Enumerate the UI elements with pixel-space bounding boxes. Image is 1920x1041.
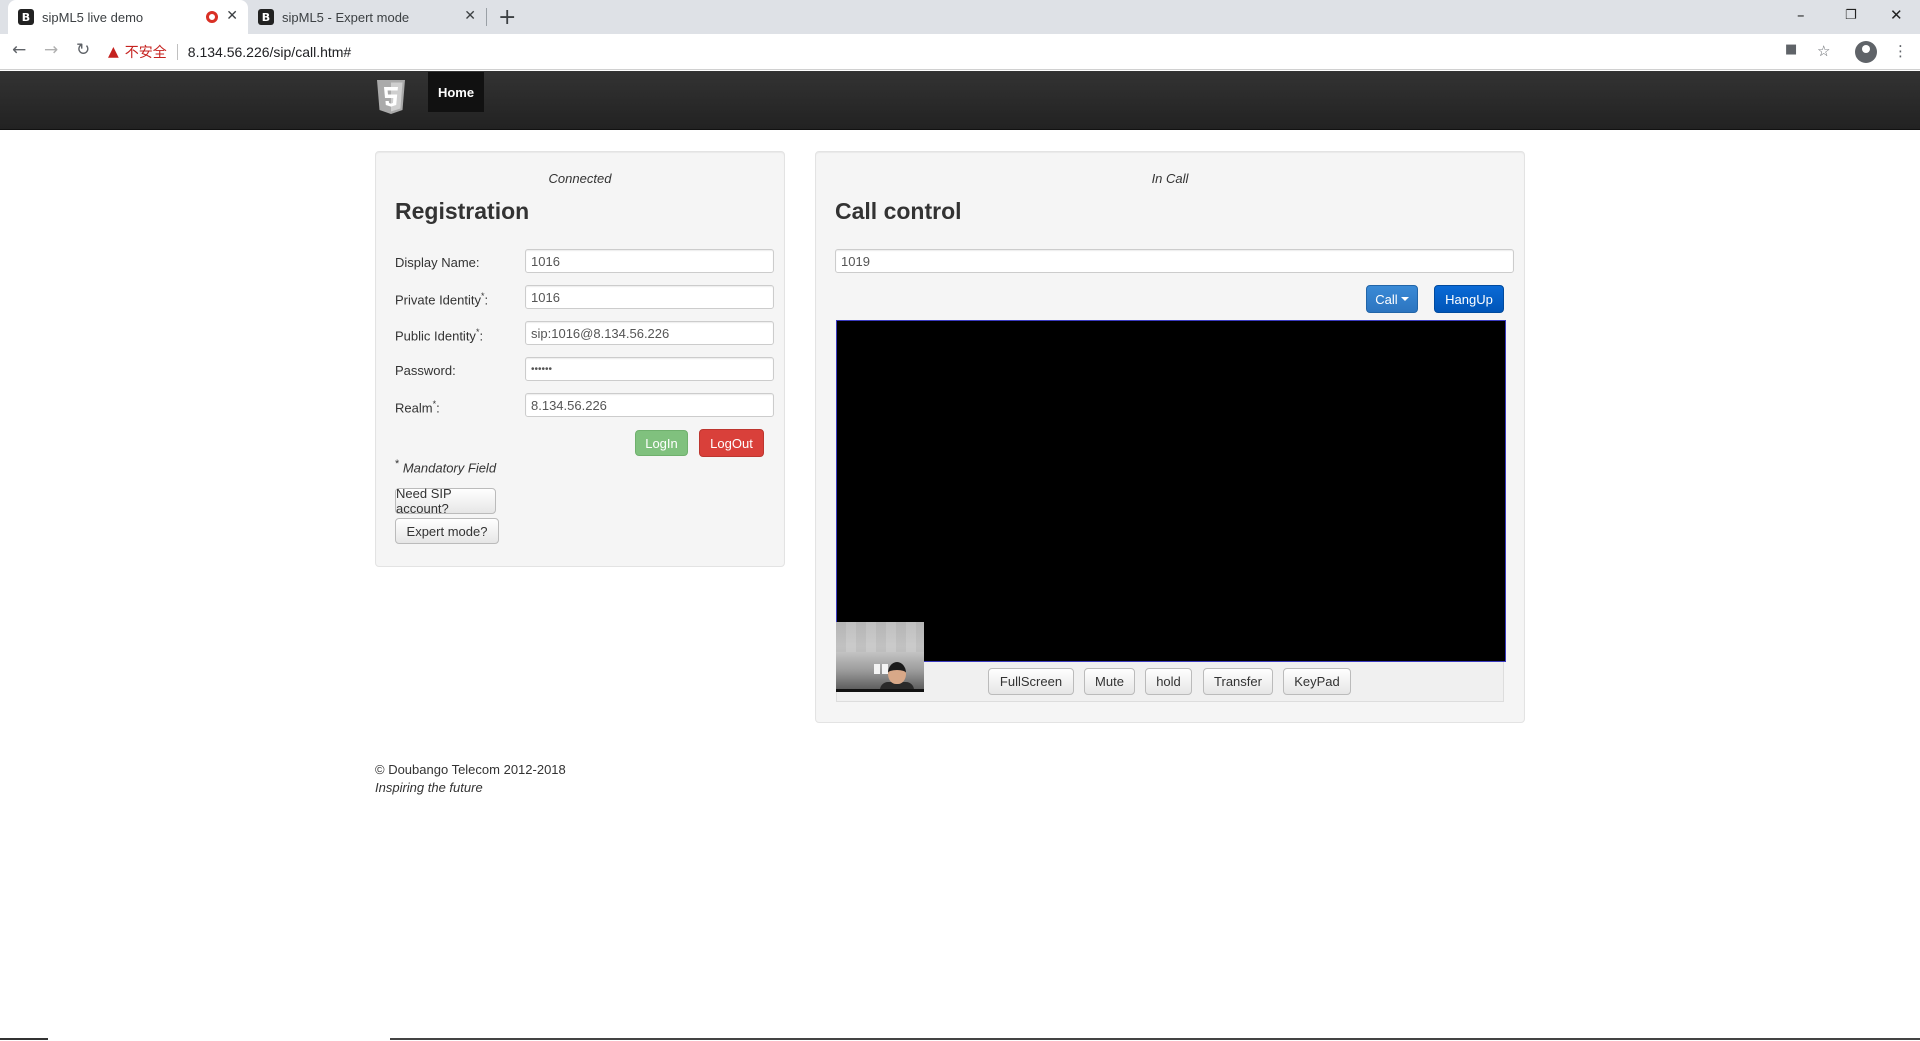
forward-icon[interactable]: → [44,40,58,60]
display-name-label: Display Name: [395,255,480,270]
recording-icon [206,11,218,23]
tab-title: sipML5 live demo [42,9,144,25]
tab-strip: B sipML5 live demo ✕ B sipML5 - Expert m… [0,0,1920,34]
private-identity-label-text: Private Identity [395,292,481,308]
logout-button[interactable]: LogOut [699,429,764,457]
close-window-icon[interactable]: ✕ [1890,6,1903,24]
realm-field[interactable]: 8.134.56.226 [525,393,774,417]
private-identity-label: Private Identity*: [395,291,488,307]
omnibox-separator [176,44,178,60]
back-icon[interactable]: ← [12,40,26,60]
nav-home-link[interactable]: Home [428,72,484,112]
new-tab-icon[interactable]: + [498,5,516,30]
mandatory-star: * [395,458,400,470]
fullscreen-button[interactable]: FullScreen [988,668,1074,695]
public-identity-label: Public Identity*: [395,327,483,343]
hangup-button[interactable]: HangUp [1434,285,1504,313]
taskbar-edge [390,1038,1920,1040]
mute-button[interactable]: Mute [1084,668,1135,695]
label-colon: : [479,328,484,344]
browser-toolbar: ← → ↻ ▲ 不安全 8.134.56.226/sip/call.htm# ■… [0,34,1920,70]
site-navbar [0,71,1920,130]
bookmark-star-icon[interactable]: ☆ [1817,42,1830,60]
profile-avatar-icon[interactable] [1855,41,1877,63]
tab-sipml5-live-demo[interactable]: B sipML5 live demo ✕ [8,0,248,34]
person [888,662,906,684]
mandatory-note-text: Mandatory Field [402,460,497,476]
restore-icon[interactable]: ❐ [1845,8,1857,23]
close-tab-icon[interactable]: ✕ [464,8,476,24]
realm-label-text: Realm [395,400,433,416]
security-warning: 不安全 [124,44,167,60]
html5-logo-icon[interactable] [375,78,407,116]
url-text: 8.134.56.226/sip/call.htm# [187,44,352,60]
hold-button[interactable]: hold [1145,668,1192,695]
keypad-button[interactable]: KeyPad [1283,668,1351,695]
footer-tagline: Inspiring the future [375,780,483,795]
registration-status: Connected [548,171,612,186]
light [874,664,880,674]
tab-title: sipML5 - Expert mode [282,9,410,25]
call-button[interactable]: Call [1366,285,1418,313]
public-identity-field[interactable]: sip:1016@8.134.56.226 [525,321,774,345]
call-button-label: Call [1375,291,1398,307]
reload-icon[interactable]: ↻ [76,40,90,60]
address-bar[interactable]: ▲ 不安全 8.134.56.226/sip/call.htm# [108,39,1832,65]
preview-border [836,689,924,692]
camera-icon[interactable]: ■ [1785,42,1797,57]
tab-separator [486,8,487,26]
dropdown-caret-icon [1400,297,1409,301]
minimize-icon[interactable]: – [1797,6,1805,24]
registration-title: Registration [395,198,530,224]
expert-mode-button[interactable]: Expert mode? [395,518,499,544]
menu-icon[interactable]: ⋮ [1893,42,1908,60]
label-colon: : [484,292,489,308]
call-status: In Call [1151,171,1189,186]
local-video-preview[interactable] [836,622,924,692]
private-identity-field[interactable]: 1016 [525,285,774,309]
call-control-title: Call control [835,198,962,224]
need-sip-account-button[interactable]: Need SIP account? [395,486,496,516]
display-name-field[interactable]: 1016 [525,249,774,273]
taskbar-edge [0,1038,48,1040]
ceiling [836,622,924,652]
login-button[interactable]: LogIn [635,430,688,456]
password-label: Password: [395,363,456,378]
tab-sipml5-expert-mode[interactable]: B sipML5 - Expert mode ✕ [248,0,486,34]
footer-copyright: © Doubango Telecom 2012-2018 [375,762,566,777]
call-number-field[interactable]: 1019 [835,249,1514,273]
warning-icon: ▲ [108,44,119,60]
password-field[interactable]: •••••• [525,357,774,381]
remote-video[interactable] [836,320,1506,662]
label-colon: : [436,400,440,416]
mandatory-note: * Mandatory Field [395,458,496,475]
transfer-button[interactable]: Transfer [1203,668,1273,695]
bootstrap-favicon-icon: B [258,9,274,25]
bootstrap-favicon-icon: B [18,9,34,25]
close-tab-icon[interactable]: ✕ [226,8,238,24]
realm-label: Realm*: [395,399,440,415]
public-identity-label-text: Public Identity [395,328,476,344]
